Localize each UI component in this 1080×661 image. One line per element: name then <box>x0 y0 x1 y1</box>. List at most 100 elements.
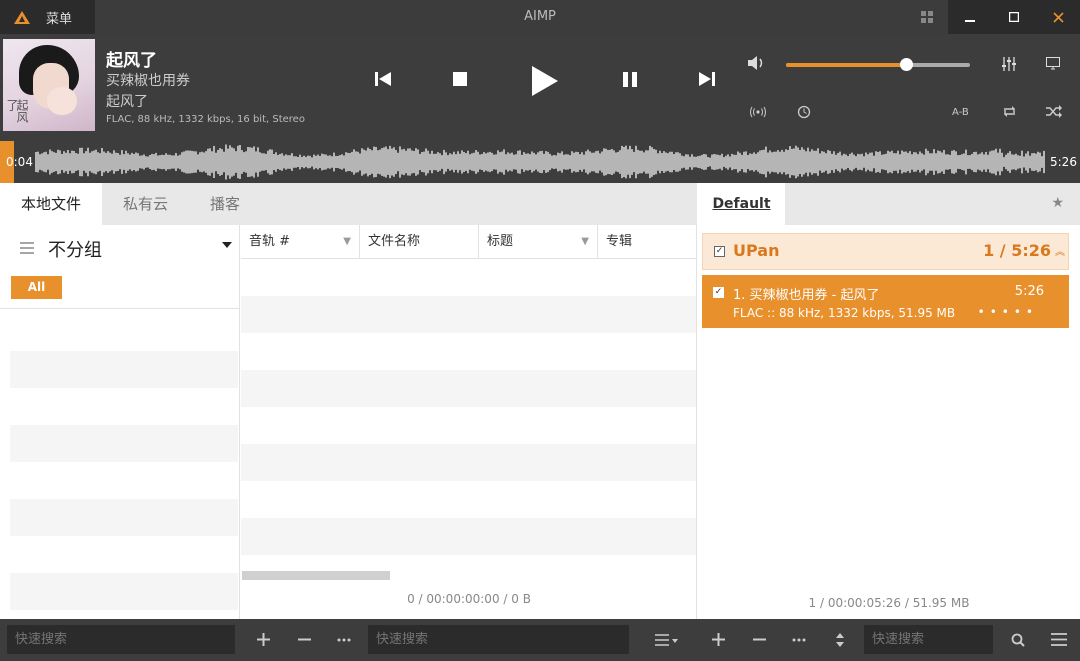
next-icon <box>699 72 715 86</box>
more-button[interactable] <box>330 625 358 654</box>
stop-button[interactable] <box>445 64 475 94</box>
group-checkbox[interactable]: ✓ <box>714 246 725 257</box>
horizontal-scrollbar[interactable] <box>242 571 390 580</box>
track-artist: 买辣椒也用券 <box>106 73 190 89</box>
track-title: 起风了 <box>106 51 157 71</box>
playlist-remove-button[interactable] <box>745 625 773 654</box>
monitor-icon <box>1046 57 1060 70</box>
tab-podcasts[interactable]: 播客 <box>189 183 261 225</box>
library-tabs: 本地文件 私有云 播客 <box>0 183 697 225</box>
playlist-search-input[interactable] <box>864 625 993 654</box>
minimize-icon <box>965 20 975 22</box>
chevron-down-icon[interactable] <box>222 242 232 248</box>
album-cover[interactable]: 起风了 <box>3 39 95 131</box>
remove-button[interactable] <box>290 625 318 654</box>
collapse-icon[interactable]: ︽ <box>1055 243 1065 258</box>
search-icon <box>1011 633 1025 647</box>
tab-default-playlist[interactable]: Default <box>698 183 785 225</box>
tracklist-search-input[interactable] <box>368 625 629 654</box>
close-button[interactable] <box>1036 0 1080 34</box>
playlist-group-header[interactable]: ✓ UPan 1 / 5:26 ︽ <box>702 233 1069 270</box>
speaker-icon <box>748 56 763 70</box>
minus-icon <box>752 638 766 641</box>
scheduler-button[interactable] <box>797 105 811 119</box>
track-rating[interactable]: ••••• <box>978 305 1038 319</box>
volume-fill <box>786 63 906 67</box>
library-search-input[interactable] <box>7 625 235 654</box>
hamburger-icon <box>1051 633 1067 646</box>
playlist-menu-button[interactable] <box>647 625 687 654</box>
playlist-add-button[interactable] <box>704 625 732 654</box>
playlist-track-row[interactable]: ✓ 1. 买辣椒也用券 - 起风了 5:26 FLAC :: 88 kHz, 1… <box>702 275 1069 328</box>
menu-label: 菜单 <box>46 11 73 27</box>
plus-icon <box>256 633 270 646</box>
table-row-stripe <box>241 296 696 333</box>
stop-icon <box>453 72 467 86</box>
waveform-seekbar[interactable]: 0:04 5:26 <box>0 141 1080 183</box>
group-name: UPan <box>733 241 780 260</box>
pause-icon <box>623 71 637 87</box>
track-album: 起风了 <box>106 94 148 110</box>
filter-icon[interactable]: ▼ <box>581 225 589 259</box>
main-menu-button[interactable]: 菜单 <box>0 0 95 34</box>
tab-private-cloud[interactable]: 私有云 <box>102 183 189 225</box>
playlist-tabs: Default ★ <box>698 183 1080 225</box>
divider <box>0 308 240 309</box>
column-label: 专辑 <box>606 234 633 249</box>
playlist-track-title: 1. 买辣椒也用券 - 起风了 <box>733 288 880 303</box>
maximize-button[interactable] <box>992 0 1036 34</box>
radio-capture-button[interactable] <box>750 106 766 118</box>
column-header-file-name[interactable]: 文件名称 <box>360 225 479 259</box>
repeat-icon <box>1004 106 1015 117</box>
maximize-icon <box>1009 12 1019 22</box>
clock-icon <box>797 105 811 119</box>
menu-dropdown-icon <box>655 633 678 646</box>
tab-local-files[interactable]: 本地文件 <box>0 183 103 225</box>
table-row-stripe <box>241 444 696 481</box>
equalizer-icon <box>1002 57 1016 71</box>
grouping-panel: 不分组 All <box>0 225 240 619</box>
main-menu-list-button[interactable] <box>1045 625 1073 654</box>
play-button[interactable] <box>530 66 560 96</box>
pause-button[interactable] <box>615 64 645 94</box>
ellipsis-icon <box>337 638 351 641</box>
library-status: 0 / 00:00:00:00 / 0 B <box>407 592 531 606</box>
cover-script: 起风了 <box>5 99 29 123</box>
column-header-album[interactable]: 专辑 <box>598 225 697 259</box>
search-button[interactable] <box>1004 625 1032 654</box>
track-tech-info: FLAC, 88 kHz, 1332 kbps, 16 bit, Stereo <box>106 114 305 125</box>
volume-knob[interactable] <box>899 58 913 71</box>
repeat-button[interactable] <box>1002 105 1017 118</box>
playlist-more-button[interactable] <box>785 625 813 654</box>
table-row-stripe <box>241 518 696 555</box>
volume-slider[interactable] <box>786 58 970 71</box>
list-row-stripe <box>10 425 238 462</box>
minus-icon <box>297 638 311 641</box>
column-header-title[interactable]: 标题 ▼ <box>479 225 598 259</box>
next-button[interactable] <box>692 64 722 94</box>
shuffle-icon <box>1046 105 1062 118</box>
close-icon <box>1052 11 1064 23</box>
add-button[interactable] <box>249 625 277 654</box>
star-icon[interactable]: ★ <box>1051 195 1064 211</box>
volume-button[interactable] <box>748 55 766 75</box>
all-filter-button[interactable]: All <box>11 276 62 299</box>
ab-repeat-button[interactable]: A-B <box>952 107 969 118</box>
sort-icon <box>836 632 844 647</box>
playlist-track-info: FLAC :: 88 kHz, 1332 kbps, 51.95 MB <box>733 306 956 320</box>
mini-mode-icon[interactable] <box>921 11 933 23</box>
filter-icon[interactable]: ▼ <box>343 225 351 259</box>
window-controls <box>948 0 1080 34</box>
playlist-track-duration: 5:26 <box>1014 284 1044 299</box>
track-checkbox[interactable]: ✓ <box>713 287 724 298</box>
sort-button[interactable] <box>826 625 854 654</box>
shuffle-button[interactable] <box>1046 105 1062 118</box>
minimize-button[interactable] <box>948 0 992 34</box>
column-header-track-number[interactable]: 音轨 # ▼ <box>241 225 360 259</box>
grouping-selector[interactable]: 不分组 <box>48 236 102 262</box>
previous-icon <box>375 72 391 86</box>
hamburger-icon[interactable] <box>20 242 34 254</box>
visualization-button[interactable] <box>1046 57 1060 70</box>
equalizer-button[interactable] <box>1001 57 1017 71</box>
previous-button[interactable] <box>368 64 398 94</box>
